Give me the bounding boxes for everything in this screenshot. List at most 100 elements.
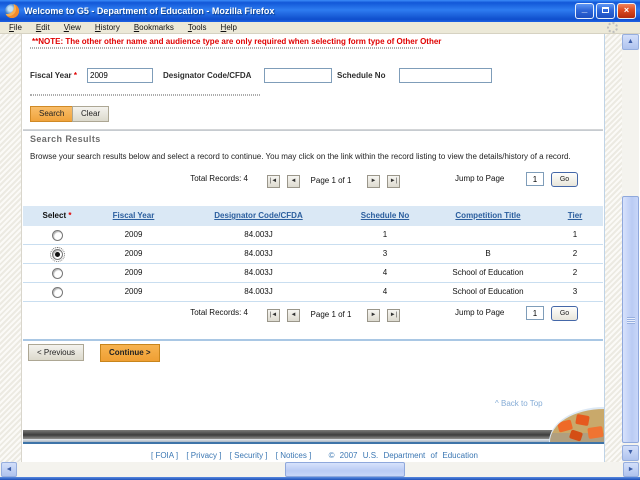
header-competition-title[interactable]: Competition Title: [429, 206, 547, 226]
page-content: **NOTE: The other other name and audienc…: [0, 34, 622, 462]
menu-item-history[interactable]: History: [88, 23, 127, 32]
menu-item-bookmarks[interactable]: Bookmarks: [127, 23, 181, 32]
footer-metal-band: [23, 430, 604, 439]
restore-icon: [602, 7, 609, 13]
select-radio[interactable]: [51, 230, 63, 241]
last-page-button[interactable]: ►|: [387, 309, 400, 322]
scroll-up-button[interactable]: ▲: [622, 34, 639, 50]
header-schedule-no[interactable]: Schedule No: [341, 206, 429, 226]
minimize-button[interactable]: _: [575, 3, 594, 19]
next-page-icon: ►: [370, 178, 377, 184]
footer-links: [ FOIA ] [ Privacy ] [ Security ] [ Noti…: [23, 451, 603, 460]
pagination-bottom: Total Records: 4 |◄ ◄ Page 1 of 1 ► ►| J…: [23, 304, 603, 326]
arrow-right-icon: ►: [627, 466, 635, 473]
cell-competition-title: School of Education: [452, 287, 524, 296]
vertical-scroll-thumb[interactable]: [622, 196, 639, 443]
search-button[interactable]: Search: [30, 106, 74, 122]
next-page-button[interactable]: ►: [367, 309, 380, 322]
first-page-button[interactable]: |◄: [267, 309, 280, 322]
arrow-down-icon: ▼: [627, 449, 634, 456]
menu-bar: File Edit View History Bookmarks Tools H…: [0, 22, 640, 34]
header-fiscal-year[interactable]: Fiscal Year: [91, 206, 176, 226]
previous-button[interactable]: < Previous: [28, 344, 85, 361]
notices-link[interactable]: [ Notices ]: [276, 451, 312, 460]
total-records: Total Records: 4: [190, 308, 248, 317]
go-button[interactable]: Go: [551, 306, 578, 321]
header-select: Select *: [42, 211, 72, 220]
designator-code-input[interactable]: [264, 68, 332, 83]
scroll-left-button[interactable]: ◄: [1, 462, 17, 477]
menu-item-tools[interactable]: Tools: [181, 23, 214, 32]
jump-to-page-input[interactable]: [526, 172, 544, 186]
dotted-divider: [30, 94, 260, 96]
search-results-heading: Search Results: [30, 134, 101, 144]
next-page-icon: ►: [370, 312, 377, 318]
next-page-button[interactable]: ►: [367, 175, 380, 188]
menu-item-view[interactable]: View: [57, 23, 88, 32]
security-link[interactable]: [ Security ]: [230, 451, 268, 460]
required-asterisk: *: [68, 211, 72, 220]
fiscal-year-label: Fiscal Year *: [30, 71, 78, 80]
header-designator-code[interactable]: Designator Code/CFDA: [176, 206, 341, 226]
cell-designator: 84.003J: [244, 287, 273, 296]
schedule-no-input[interactable]: [399, 68, 492, 83]
arrow-up-icon: ▲: [627, 38, 634, 45]
back-to-top-link[interactable]: ^ Back to Top: [495, 399, 543, 408]
results-table-header: Select * Fiscal Year Designator Code/CFD…: [23, 206, 603, 226]
first-page-icon: |◄: [269, 312, 278, 318]
privacy-link[interactable]: [ Privacy ]: [186, 451, 221, 460]
required-note: **NOTE: The other other name and audienc…: [32, 37, 442, 46]
pagination-top: Total Records: 4 |◄ ◄ Page 1 of 1 ► ►| J…: [23, 170, 603, 192]
schedule-no-label: Schedule No: [337, 71, 386, 80]
copyright-text: © 2007 U.S. Department of Education: [328, 451, 478, 460]
vertical-scrollbar[interactable]: ▲ ▼: [622, 34, 639, 462]
window-controls: _ ×: [575, 3, 636, 19]
left-margin-stripes: [0, 34, 22, 462]
page-indicator: Page 1 of 1: [310, 176, 352, 185]
scroll-down-button[interactable]: ▼: [622, 445, 639, 461]
footer-blue-line: [23, 442, 604, 444]
jump-to-page-label: Jump to Page: [455, 174, 505, 183]
window-title: Welcome to G5 - Department of Education …: [24, 6, 275, 16]
select-radio[interactable]: [49, 247, 65, 262]
fiscal-year-input[interactable]: [87, 68, 153, 83]
table-row: 2009 84.003J 3 B 2: [23, 245, 603, 264]
arrow-left-icon: ◄: [5, 466, 13, 473]
required-asterisk: *: [73, 71, 78, 80]
jump-to-page-input[interactable]: [526, 306, 544, 320]
designator-code-label: Designator Code/CFDA: [163, 71, 252, 80]
go-button[interactable]: Go: [551, 172, 578, 187]
menu-item-edit[interactable]: Edit: [29, 23, 57, 32]
scroll-grip: [627, 317, 635, 324]
jump-to-page-label: Jump to Page: [455, 308, 505, 317]
throbber-icon: [607, 22, 618, 33]
select-radio[interactable]: [51, 268, 63, 279]
prev-page-icon: ◄: [290, 312, 297, 318]
close-button[interactable]: ×: [617, 3, 636, 19]
dotted-divider: [30, 47, 423, 49]
page-indicator: Page 1 of 1: [310, 310, 352, 319]
firefox-icon: [5, 4, 19, 18]
restore-button[interactable]: [596, 3, 615, 19]
window-titlebar[interactable]: Welcome to G5 - Department of Education …: [0, 0, 640, 22]
menu-item-file[interactable]: File: [2, 23, 29, 32]
continue-button[interactable]: Continue >: [100, 344, 160, 362]
cell-tier: 3: [572, 287, 578, 296]
first-page-button[interactable]: |◄: [267, 175, 280, 188]
first-page-icon: |◄: [269, 178, 278, 184]
cell-fiscal-year: 2009: [124, 287, 143, 296]
scroll-right-button[interactable]: ►: [623, 462, 639, 477]
header-tier[interactable]: Tier: [547, 206, 603, 226]
results-instructions: Browse your search results below and sel…: [30, 152, 571, 161]
table-row: 2009 84.003J 4 School of Education 3: [23, 283, 603, 302]
right-margin-stripes: [604, 34, 622, 462]
horizontal-scroll-thumb[interactable]: [285, 462, 405, 477]
horizontal-scrollbar[interactable]: ◄ ►: [0, 462, 640, 477]
foia-link[interactable]: [ FOIA ]: [151, 451, 178, 460]
menu-item-help[interactable]: Help: [214, 23, 244, 32]
last-page-button[interactable]: ►|: [387, 175, 400, 188]
section-divider: [23, 129, 603, 131]
table-row: 2009 84.003J 4 School of Education 2: [23, 264, 603, 283]
clear-button[interactable]: Clear: [72, 106, 110, 122]
select-radio[interactable]: [51, 287, 63, 298]
